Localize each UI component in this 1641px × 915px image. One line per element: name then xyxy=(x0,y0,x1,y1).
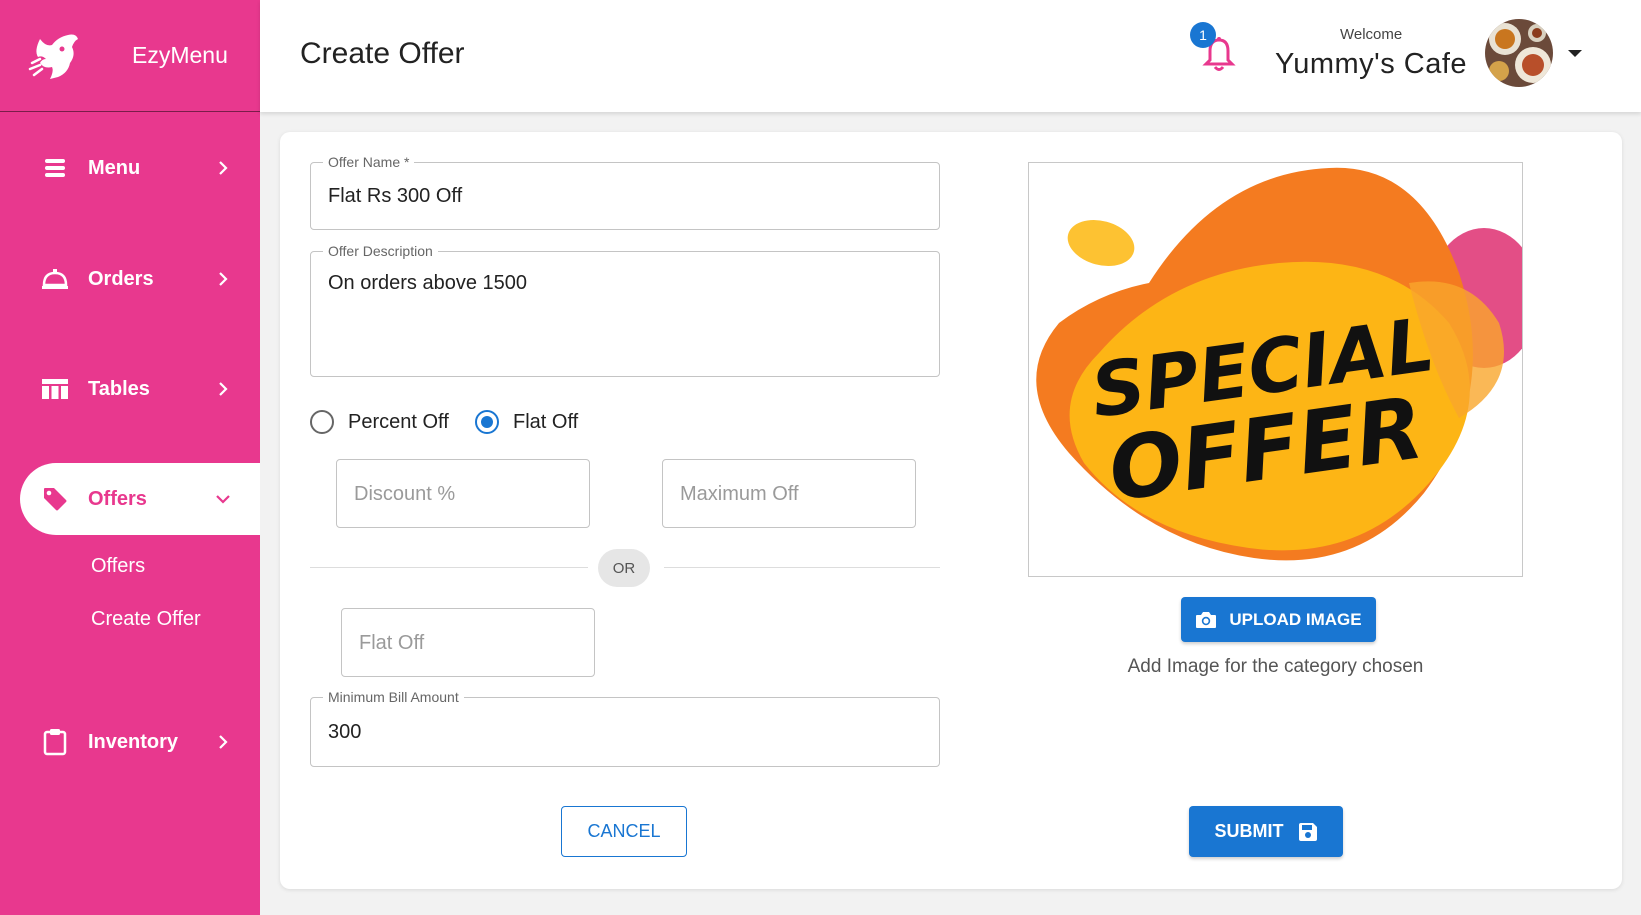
offer-description-field[interactable]: Offer Description On orders above 1500 xyxy=(310,243,940,377)
sidebar-item-label: Menu xyxy=(88,156,141,179)
minimum-bill-amount-label: Minimum Bill Amount xyxy=(323,689,464,705)
sidebar-item-label: Offers xyxy=(88,487,147,510)
minimum-bill-amount-value: 300 xyxy=(328,721,362,743)
maximum-off-input[interactable]: Maximum Off xyxy=(662,459,916,528)
offer-description-value: On orders above 1500 xyxy=(328,272,528,294)
upload-image-label: UPLOAD IMAGE xyxy=(1229,609,1362,629)
save-icon xyxy=(1298,822,1317,841)
image-hint-text: Add Image for the category chosen xyxy=(1127,656,1424,677)
sidebar-item-inventory[interactable]: Inventory xyxy=(0,714,260,770)
sidebar-item-label: Inventory xyxy=(88,730,179,753)
submit-button[interactable]: SUBMIT xyxy=(1189,806,1343,857)
chevron-down-icon xyxy=(216,495,230,504)
offer-image-preview: SPECIAL OFFER xyxy=(1028,162,1523,577)
page-title: Create Offer xyxy=(300,37,465,70)
table-icon xyxy=(40,374,70,404)
camera-icon xyxy=(1196,611,1217,628)
notifications-button[interactable]: 1 xyxy=(1190,22,1250,82)
offer-name-value: Flat Rs 300 Off xyxy=(328,185,463,207)
offer-name-label: Offer Name * xyxy=(323,154,415,170)
flat-off-placeholder: Flat Off xyxy=(359,632,425,654)
flat-off-label: Flat Off xyxy=(513,410,579,433)
maximum-off-placeholder: Maximum Off xyxy=(680,483,799,505)
clipboard-icon xyxy=(40,727,70,757)
menu-lines-icon xyxy=(40,153,70,183)
offer-name-field[interactable]: Offer Name * Flat Rs 300 Off xyxy=(310,154,940,230)
sidebar-item-tables[interactable]: Tables xyxy=(0,361,260,417)
percent-off-label: Percent Off xyxy=(348,410,449,433)
submit-label: SUBMIT xyxy=(1214,821,1284,841)
sidebar-subitem-offers[interactable]: Offers xyxy=(91,555,145,578)
upload-image-button[interactable]: UPLOAD IMAGE xyxy=(1181,597,1376,642)
cafe-name: Yummy's Cafe xyxy=(1275,48,1468,80)
chevron-right-icon xyxy=(219,382,228,396)
chevron-right-icon xyxy=(219,735,228,749)
discount-percent-placeholder: Discount % xyxy=(354,483,456,505)
sidebar-item-label: Tables xyxy=(88,377,150,400)
brand[interactable]: EzyMenu xyxy=(0,0,260,112)
divider-left xyxy=(310,567,588,568)
brand-name: EzyMenu xyxy=(132,42,228,68)
percent-off-radio[interactable]: Percent Off xyxy=(310,410,449,434)
divider-right xyxy=(664,567,940,568)
special-offer-image: SPECIAL OFFER xyxy=(1029,163,1522,576)
notification-badge: 1 xyxy=(1190,22,1216,48)
avatar-food-image xyxy=(1485,19,1553,87)
flat-off-radio[interactable]: Flat Off xyxy=(475,410,578,434)
cloche-icon xyxy=(40,264,70,294)
tag-icon xyxy=(40,484,70,514)
top-header: Create Offer 1 Welcome Yummy's Cafe xyxy=(260,0,1641,112)
account-dropdown-caret-icon[interactable] xyxy=(1568,50,1582,57)
chevron-right-icon xyxy=(219,161,228,175)
or-chip: OR xyxy=(598,549,650,587)
sidebar-item-orders[interactable]: Orders xyxy=(0,251,260,307)
bull-logo-icon xyxy=(28,34,78,79)
sidebar-subitem-create-offer[interactable]: Create Offer xyxy=(91,608,201,631)
sidebar-item-label: Orders xyxy=(88,267,154,290)
sidebar-item-offers[interactable]: Offers xyxy=(20,463,260,535)
minimum-bill-amount-field[interactable]: Minimum Bill Amount 300 xyxy=(310,689,940,767)
radio-checked-icon xyxy=(475,410,499,434)
radio-unchecked-icon xyxy=(310,410,334,434)
avatar[interactable] xyxy=(1485,19,1553,87)
sidebar: EzyMenu Menu Orders Tables Offers Offers… xyxy=(0,0,260,915)
offer-description-label: Offer Description xyxy=(323,243,438,259)
welcome-text: Welcome xyxy=(1340,26,1403,43)
discount-percent-input[interactable]: Discount % xyxy=(336,459,590,528)
cancel-button[interactable]: CANCEL xyxy=(561,806,687,857)
sidebar-item-menu[interactable]: Menu xyxy=(0,140,260,196)
flat-off-input[interactable]: Flat Off xyxy=(341,608,595,677)
chevron-right-icon xyxy=(219,272,228,286)
